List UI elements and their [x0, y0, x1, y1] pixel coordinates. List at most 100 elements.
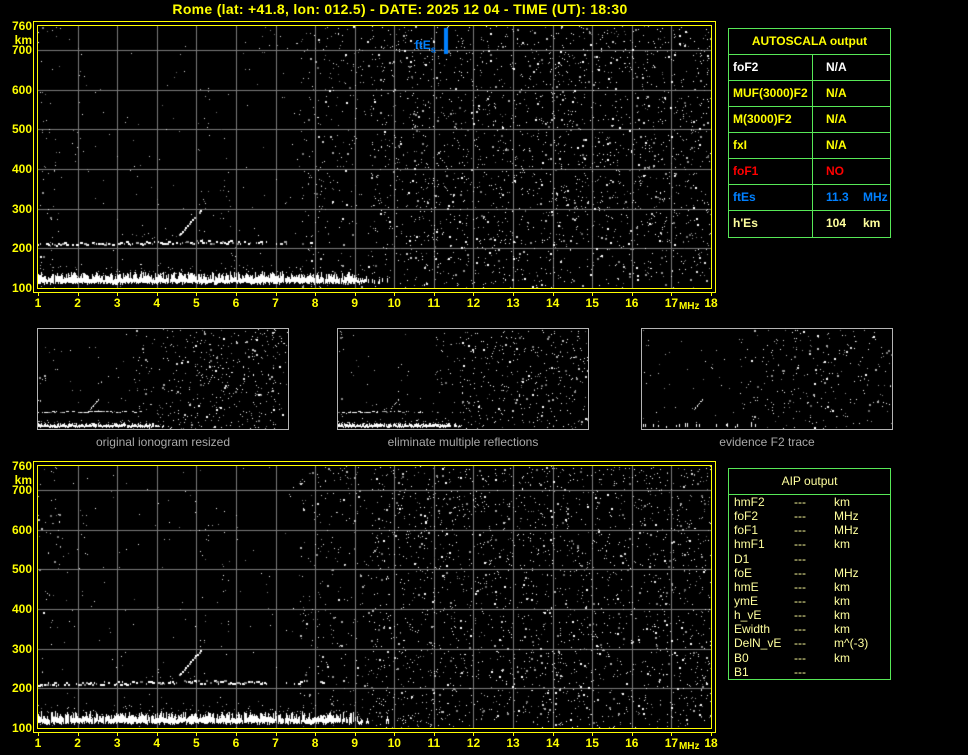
restored-x-tick-label: 16 [620, 736, 644, 750]
autoscala-row-label: foF1 [729, 159, 813, 184]
main-x-tick-mark [355, 293, 356, 296]
aip-row-unit: km [834, 580, 850, 594]
aip-row-unit: m^(-3) [834, 636, 868, 650]
autoscala-row-value-number: N/A [826, 107, 863, 132]
restored-x-tick-label: 6 [224, 736, 248, 750]
main-x-tick-label: 6 [224, 296, 248, 310]
autoscala-row: MUF(3000)F2N/A [729, 81, 890, 107]
thumbnail-caption: evidence F2 trace [641, 435, 893, 449]
restored-x-tick-label: 14 [541, 736, 565, 750]
autoscala-row: foF2N/A [729, 55, 890, 81]
autoscala-row-value: N/A [813, 55, 863, 80]
ionogram-main-canvas [37, 25, 712, 289]
restored-x-tick-mark [315, 733, 316, 736]
thumbnail-frame [641, 328, 893, 430]
aip-row-value: --- [794, 495, 834, 509]
restored-x-tick-mark [236, 733, 237, 736]
aip-row-value: --- [794, 608, 834, 622]
restored-x-tick-mark [553, 733, 554, 736]
restored-x-tick-label: 2 [66, 736, 90, 750]
restored-x-tick-label: 1 [26, 736, 50, 750]
aip-row-label: hmF2 [734, 495, 794, 509]
restored-x-tick-label: 9 [343, 736, 367, 750]
restored-x-tick-label: 10 [382, 736, 406, 750]
autoscala-row-label: h'Es [729, 211, 813, 237]
aip-row-unit: km [834, 594, 850, 608]
autoscala-row-label: MUF(3000)F2 [729, 81, 813, 106]
ionogram-restored-canvas [37, 465, 712, 729]
aip-row: D1--- [729, 552, 890, 566]
main-x-tick-mark [117, 293, 118, 296]
main-x-tick-mark [513, 293, 514, 296]
aip-row: foE---MHz [729, 566, 890, 580]
restored-x-tick-mark [711, 733, 712, 736]
main-x-tick-mark [711, 293, 712, 296]
restored-x-axis-unit: MHz [674, 740, 704, 754]
main-y-tick-label: 400 [0, 162, 32, 176]
autoscala-row: fxIN/A [729, 133, 890, 159]
aip-row-label: DelN_vE [734, 636, 794, 650]
restored-y-axis-unit: km [0, 473, 32, 487]
autoscala-table-rows: foF2N/AMUF(3000)F2N/AM(3000)F2N/AfxIN/Af… [729, 55, 890, 237]
aip-row: hmF2---km [729, 495, 890, 509]
thumbnail-frame [337, 328, 589, 430]
main-x-tick-mark [553, 293, 554, 296]
autoscala-row-value-number: 104 [826, 211, 863, 236]
restored-x-tick-mark [473, 733, 474, 736]
aip-row: B0---km [729, 651, 890, 665]
aip-row-unit: km [834, 608, 850, 622]
thumbnail-original-ionogram: original ionogram resized [37, 328, 289, 449]
autoscala-row-label: M(3000)F2 [729, 107, 813, 132]
main-y-tick-label: 300 [0, 202, 32, 216]
aip-row-value: --- [794, 537, 834, 551]
aip-row-value: --- [794, 594, 834, 608]
ftes-marker-label: ftEs [415, 38, 436, 54]
aip-table-rows: hmF2---kmfoF2---MHzfoF1---MHzhmF1---kmD1… [729, 495, 890, 679]
main-x-tick-label: 2 [66, 296, 90, 310]
main-x-tick-mark [394, 293, 395, 296]
main-y-tick-label: 100 [0, 281, 32, 295]
main-y-tick-label: 500 [0, 122, 32, 136]
main-x-tick-label: 16 [620, 296, 644, 310]
restored-x-tick-mark [276, 733, 277, 736]
autoscala-table-title: AUTOSCALA output [729, 29, 890, 55]
restored-x-tick-label: 4 [145, 736, 169, 750]
main-y-axis-unit: km [0, 33, 32, 47]
aip-row-unit: km [834, 622, 850, 636]
main-y-tick-label: 600 [0, 83, 32, 97]
autoscala-row-value-number: NO [826, 159, 863, 184]
aip-row-label: foF1 [734, 523, 794, 537]
restored-x-tick-mark [117, 733, 118, 736]
thumbnail-caption: eliminate multiple reflections [337, 435, 589, 449]
aip-row-label: h_vE [734, 608, 794, 622]
autoscala-row-value-number: N/A [826, 55, 863, 80]
aip-row-value: --- [794, 665, 834, 679]
ftes-marker-sub: s [431, 44, 436, 54]
restored-x-tick-mark [157, 733, 158, 736]
restored-y-tick-label: 760 [0, 459, 32, 473]
page-title: Rome (lat: +41.8, lon: 012.5) - DATE: 20… [0, 1, 800, 17]
main-y-tick-label: 200 [0, 241, 32, 255]
restored-x-tick-mark [632, 733, 633, 736]
main-x-axis-unit: MHz [674, 300, 704, 314]
autoscala-row: M(3000)F2 N/A [729, 107, 890, 133]
aip-row-unit: km [834, 651, 850, 665]
aip-row-value: --- [794, 523, 834, 537]
aip-row-label: D1 [734, 552, 794, 566]
autoscala-row-value: N/A [813, 107, 863, 132]
aip-row-value: --- [794, 509, 834, 523]
autoscala-row-value-number: 11.3 [826, 185, 863, 210]
aip-row-value: --- [794, 636, 834, 650]
restored-x-tick-mark [434, 733, 435, 736]
autoscala-row-value-unit: MHz [863, 190, 888, 204]
main-x-tick-label: 10 [382, 296, 406, 310]
main-x-tick-mark [38, 293, 39, 296]
autoscala-screen: Rome (lat: +41.8, lon: 012.5) - DATE: 20… [0, 0, 968, 755]
aip-row-value: --- [794, 552, 834, 566]
restored-y-tick-label: 600 [0, 523, 32, 537]
main-x-tick-label: 11 [422, 296, 446, 310]
main-x-tick-mark [78, 293, 79, 296]
restored-y-tick-label: 200 [0, 681, 32, 695]
main-x-tick-mark [671, 293, 672, 296]
restored-y-tick-label: 500 [0, 562, 32, 576]
